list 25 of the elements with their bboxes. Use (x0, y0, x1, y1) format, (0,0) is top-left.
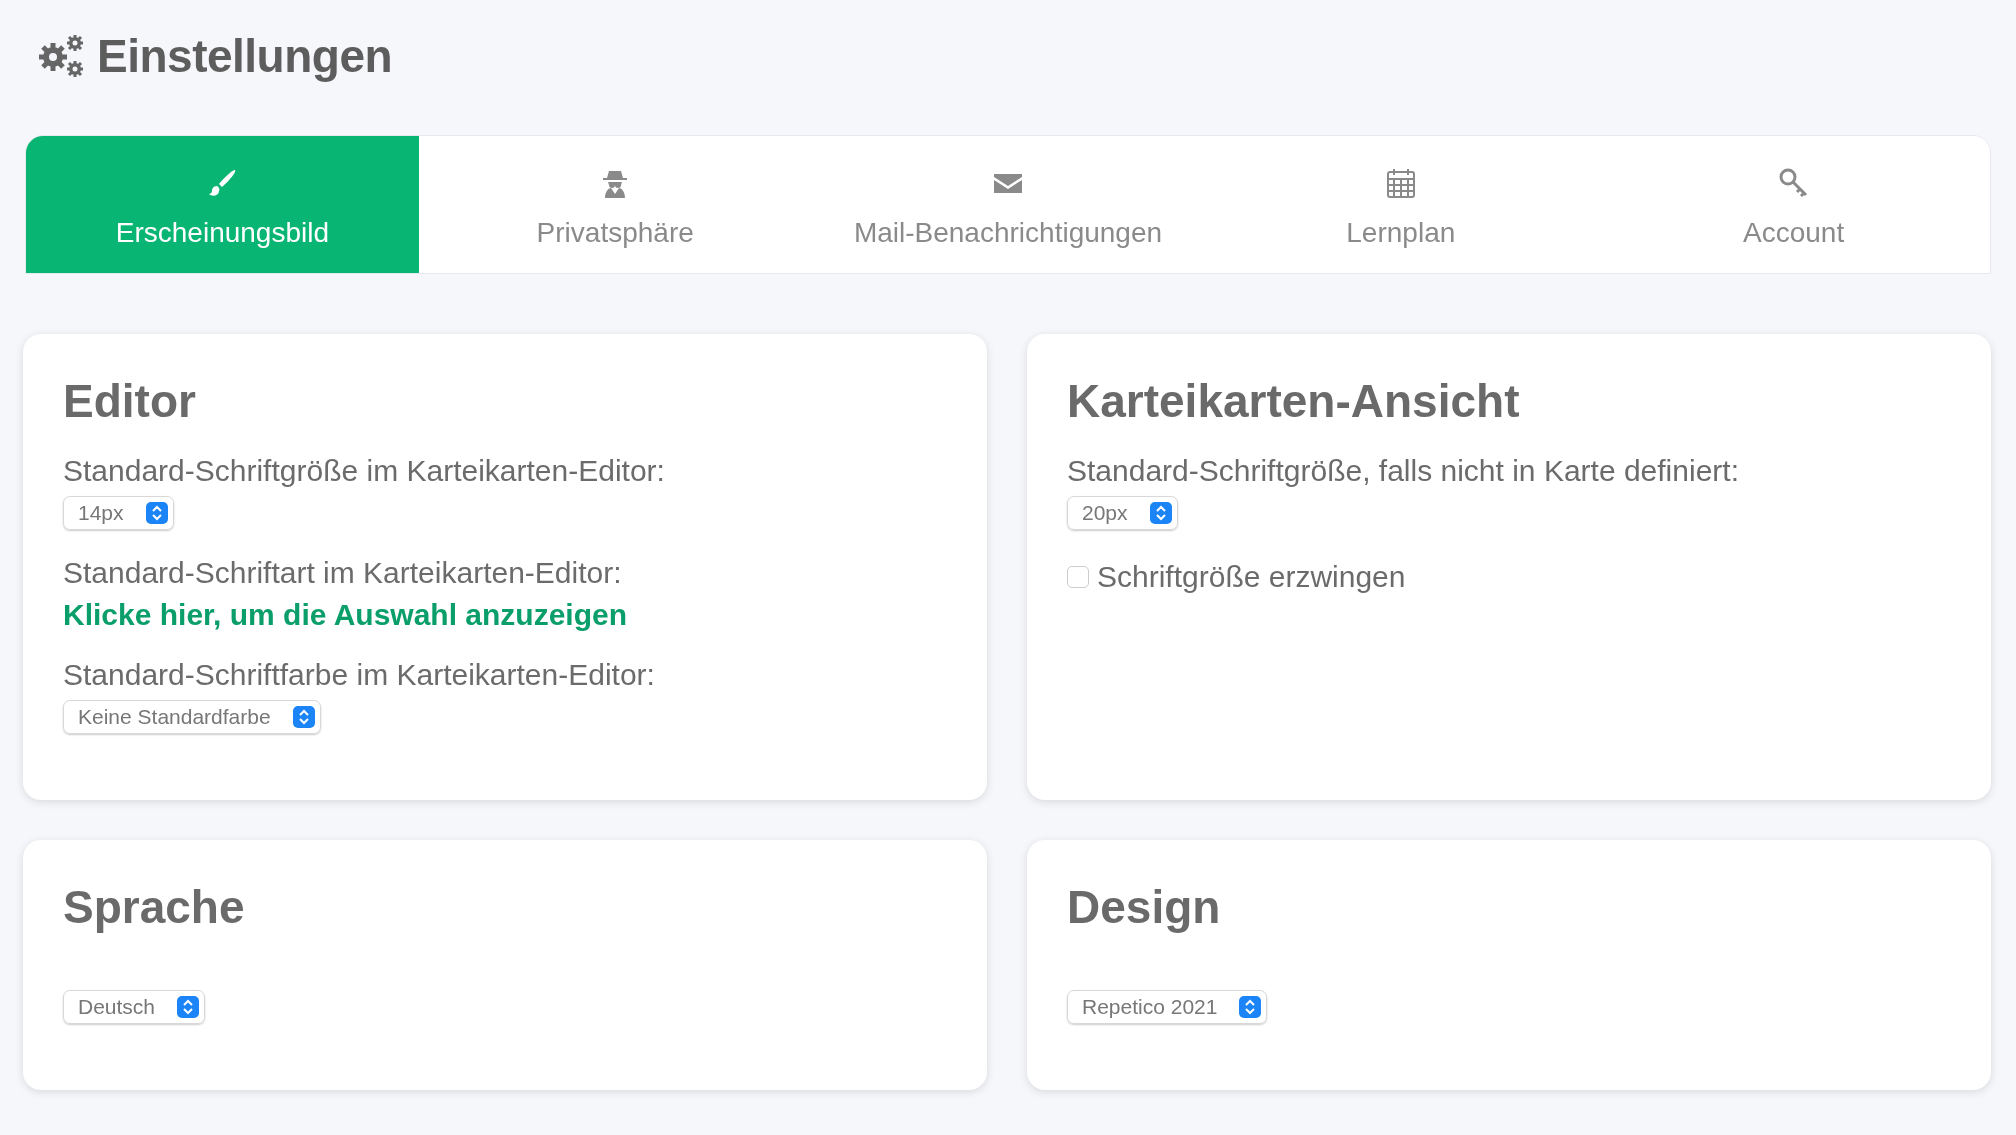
field-label: Standard-Schriftfarbe im Karteikarten-Editor: (63, 658, 655, 692)
card-title: Design (1067, 880, 1221, 934)
dropdown[interactable]: 14px (63, 496, 174, 530)
calendar-icon (1384, 166, 1417, 199)
chevrons-icon (146, 502, 168, 524)
dropdown[interactable]: Repetico 2021 (1067, 990, 1268, 1024)
chevrons-icon (1150, 502, 1172, 524)
dropdown[interactable]: Keine Standardfarbe (63, 700, 321, 734)
field-label: Standard-Schriftgröße im Karteikarten-Editor: (63, 454, 665, 488)
checkbox-label: Schriftgröße erzwingen (1097, 560, 1406, 594)
card-title: Sprache (63, 880, 245, 934)
chevrons-icon (177, 996, 200, 1018)
field-label: Standard-Schriftart im Karteikarten-Editor: (63, 556, 622, 590)
chevrons-icon (292, 706, 315, 728)
card-title: Editor (63, 374, 196, 428)
font-choice-link[interactable]: Klicke hier, um die Auswahl anzuzeigen (63, 598, 628, 632)
dropdown[interactable]: 20px (1067, 496, 1178, 530)
checkbox[interactable] (1067, 566, 1089, 588)
card-title: Karteikarten-Ansicht (1067, 374, 1520, 428)
tab[interactable]: Erscheinungsbild (26, 136, 419, 273)
key-icon (1777, 166, 1810, 199)
dropdown[interactable]: Deutsch (63, 990, 206, 1024)
page-title: Einstellungen (97, 29, 393, 83)
field-label: Standard-Schriftgröße, falls nicht in Karte definiert: (1067, 454, 1739, 488)
chevrons-icon (1239, 996, 1262, 1018)
